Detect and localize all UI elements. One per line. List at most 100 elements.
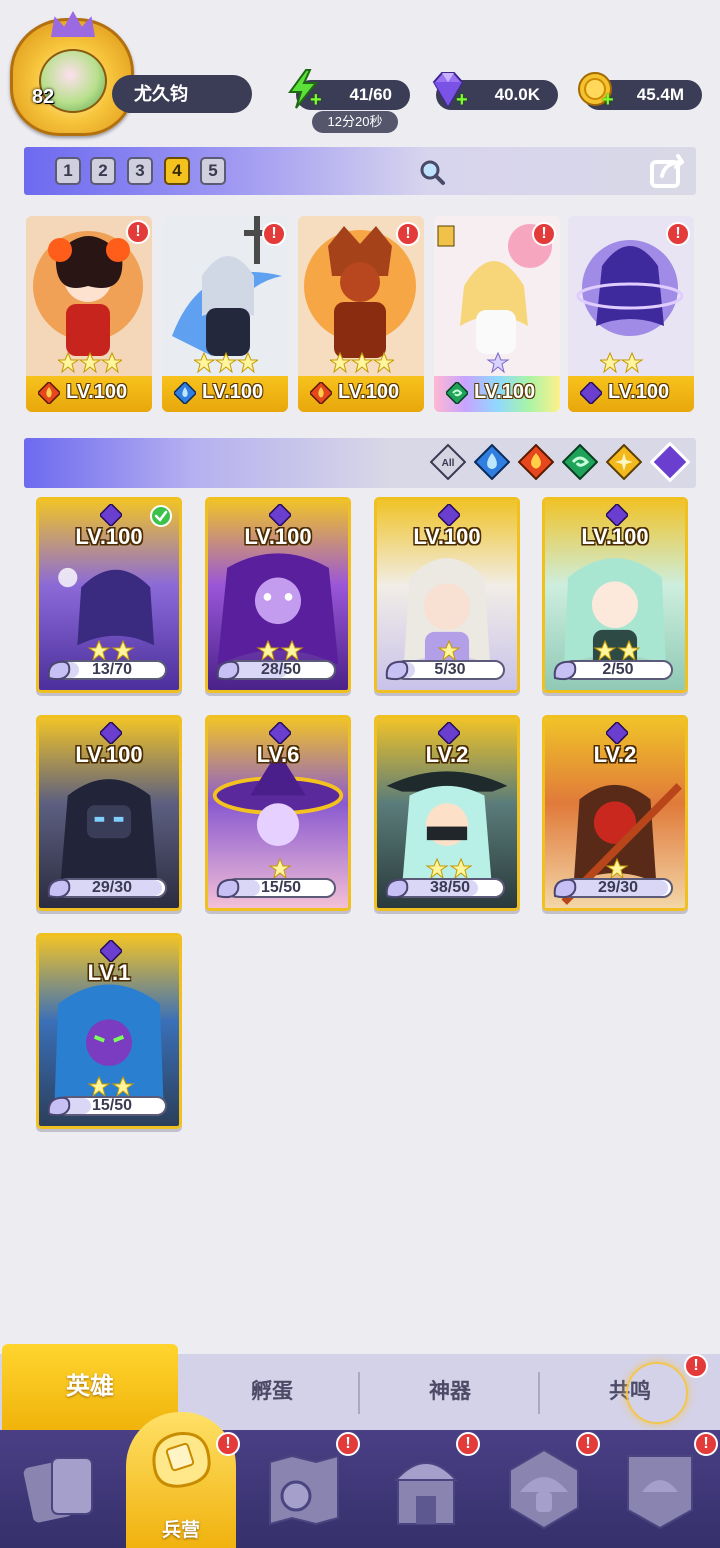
team-hero-card-3[interactable]: LV.100 ! (298, 216, 424, 412)
hero-card-2[interactable]: LV.100 28/50 (205, 497, 351, 693)
stars-icon (425, 858, 473, 880)
stars-icon (268, 858, 292, 880)
player-name: 尤久钧 (134, 84, 188, 104)
team-hero-card-4[interactable]: LV.100 ! (434, 216, 560, 412)
shard-count: 2/50 (602, 661, 634, 678)
wind-element-icon (446, 382, 468, 404)
hero-level: LV.100 (413, 524, 481, 549)
shard-progress-bar: 15/50 (226, 878, 336, 898)
hero-level: LV.2 (425, 742, 469, 767)
search-icon[interactable] (418, 158, 446, 186)
shop-building-icon[interactable] (378, 1440, 474, 1536)
fire-element-icon (38, 382, 60, 404)
stars-icon (330, 352, 394, 374)
shard-icon (47, 660, 71, 681)
stars-icon (87, 1076, 135, 1098)
filter-water-button[interactable] (474, 444, 510, 480)
dark-element-icon (438, 504, 460, 526)
team-tab-3[interactable]: 3 (127, 157, 153, 185)
share-icon[interactable] (648, 150, 690, 192)
shard-icon (216, 878, 240, 899)
tab-heroes[interactable]: 英雄 (2, 1344, 178, 1430)
shard-count: 29/30 (597, 879, 639, 896)
barracks-label: 兵营 (161, 1520, 200, 1541)
top-bar: 尤久钧 82 41/60 + 12分20秒 40.0K + 45.4M + (0, 0, 720, 140)
hero-level: LV.1 (87, 960, 131, 985)
alert-badge: ! (684, 1354, 708, 1378)
mushroom-icon[interactable] (496, 1440, 592, 1536)
dark-element-icon (269, 504, 291, 526)
hero-card-4[interactable]: LV.100 2/50 (542, 497, 688, 693)
alert-badge: ! (216, 1432, 240, 1456)
hero-level: LV.100 (244, 524, 312, 549)
team-hero-card-1[interactable]: LV.100 ! (26, 216, 152, 412)
filter-fire-button[interactable] (518, 444, 554, 480)
hero-level: LV.100 (581, 524, 649, 549)
team-tab-5[interactable]: 5 (200, 157, 226, 185)
stars-icon (605, 858, 629, 880)
dark-element-icon (438, 722, 460, 744)
shard-progress-bar: 29/30 (57, 878, 167, 898)
shard-count: 15/50 (91, 1097, 133, 1114)
filter-wind-button[interactable] (562, 444, 598, 480)
cards-icon[interactable] (14, 1440, 110, 1536)
hero-card-6[interactable]: LV.6 15/50 (205, 715, 351, 911)
team-tab-2[interactable]: 2 (90, 157, 116, 185)
dark-element-icon (606, 504, 628, 526)
gems-plus-icon[interactable]: + (456, 90, 472, 110)
shard-icon (216, 660, 240, 681)
stars-icon (593, 640, 641, 662)
gold-value: 45.4M (636, 85, 684, 104)
alert-badge: ! (576, 1432, 600, 1456)
stars-icon (87, 640, 135, 662)
hero-card-8[interactable]: LV.2 29/30 (542, 715, 688, 911)
stars-icon (486, 352, 510, 374)
energy-plus-icon[interactable]: + (310, 90, 326, 110)
stars-icon (600, 352, 644, 374)
hero-level: LV.100 (75, 524, 143, 549)
stars-icon (256, 640, 304, 662)
guild-banner-icon[interactable] (612, 1440, 708, 1536)
alert-badge: ! (694, 1432, 718, 1456)
shard-count: 28/50 (260, 661, 302, 678)
filter-dark-button[interactable] (650, 442, 690, 482)
player-name-pill[interactable]: 尤久钧 (112, 75, 252, 113)
dark-element-icon (100, 504, 122, 526)
hero-card-3[interactable]: LV.100 5/30 (374, 497, 520, 693)
map-compass-icon[interactable] (256, 1440, 352, 1536)
nav-barracks[interactable]: 兵营 (126, 1412, 236, 1548)
alert-badge: ! (262, 222, 286, 246)
hero-card-1[interactable]: LV.100 13/70 (36, 497, 182, 693)
filter-all-label: All (442, 458, 455, 469)
shard-count: 29/30 (91, 879, 133, 896)
stars-icon (194, 352, 258, 374)
shard-count: 15/50 (260, 879, 302, 896)
alert-badge: ! (532, 222, 556, 246)
water-element-icon (174, 382, 196, 404)
energy-value: 41/60 (349, 85, 392, 104)
barracks-icon (152, 1432, 211, 1488)
shard-progress-bar: 2/50 (563, 660, 673, 680)
filter-all-button[interactable]: All (430, 444, 466, 480)
energy-timer: 12分20秒 (312, 111, 398, 133)
hero-level: LV.100 (338, 381, 400, 403)
team-tab-1[interactable]: 1 (55, 157, 81, 185)
team-hero-card-2[interactable]: LV.100 ! (162, 216, 288, 412)
hero-card-5[interactable]: LV.100 29/30 (36, 715, 182, 911)
shard-count: 13/70 (91, 661, 133, 678)
hero-card-7[interactable]: LV.2 38/50 (374, 715, 520, 911)
tab-artifact[interactable]: 神器 (360, 1354, 540, 1430)
team-hero-card-5[interactable]: LV.100 ! (568, 216, 694, 412)
team-tab-4[interactable]: 4 (164, 157, 190, 185)
shard-count: 38/50 (429, 879, 471, 896)
shard-progress-bar: 38/50 (395, 878, 505, 898)
gold-plus-icon[interactable]: + (602, 90, 618, 110)
filter-light-button[interactable] (606, 444, 642, 480)
shard-icon (385, 660, 409, 681)
stars-icon (58, 352, 122, 374)
crown-icon (51, 11, 95, 37)
shard-progress-bar: 13/70 (57, 660, 167, 680)
player-avatar[interactable] (10, 11, 134, 136)
hero-card-9[interactable]: LV.1 15/50 (36, 933, 182, 1129)
hero-level: LV.6 (256, 742, 300, 767)
